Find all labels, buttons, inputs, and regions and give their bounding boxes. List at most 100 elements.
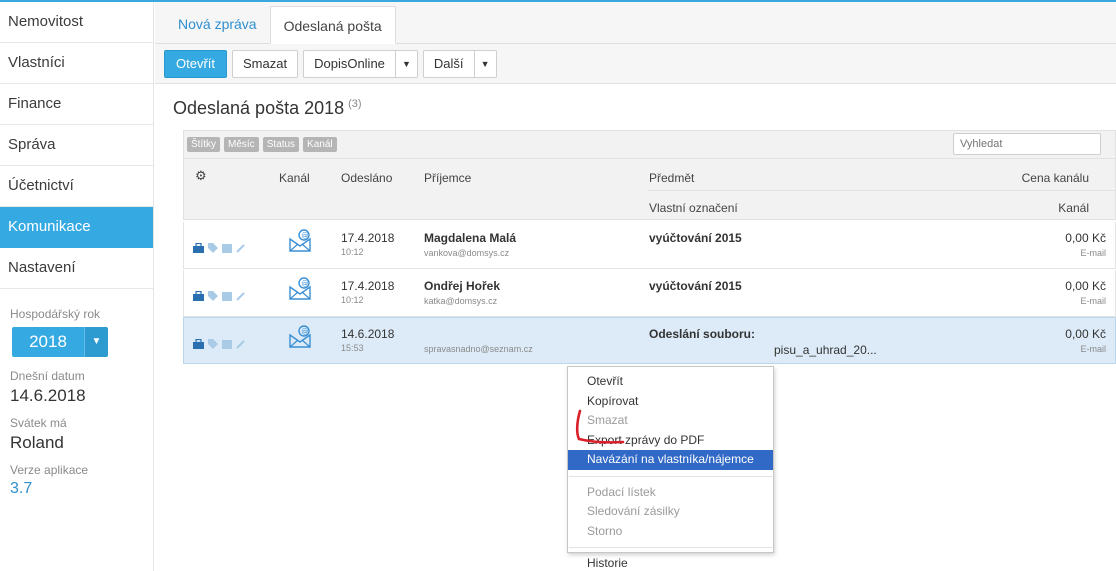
table-row[interactable]: @ 17.4.2018 10:12 Ondřej Hořek katka@dom… (183, 270, 1116, 317)
tag-icon[interactable] (208, 336, 218, 354)
email-channel-icon: @ (288, 277, 312, 304)
sidebar-item-nemovitost[interactable]: Nemovitost (0, 2, 153, 43)
menu-separator (569, 475, 772, 477)
calendar-icon[interactable] (222, 288, 232, 306)
fiscal-year-select[interactable]: 2018 ▼ (12, 327, 108, 357)
column-header-subject-sub[interactable]: Vlastní označení (649, 201, 738, 215)
column-header-subject[interactable]: Předmět (649, 171, 694, 185)
email-channel-icon: @ (288, 325, 312, 352)
row-action-icons (193, 240, 246, 258)
table-header: ⚙ Kanál Odesláno Příjemce Předmět Cena k… (183, 158, 1116, 220)
menu-separator (569, 547, 772, 548)
sent-time: 15:53 (341, 343, 364, 353)
recipient-email: katka@domsys.cz (424, 296, 498, 306)
gear-icon[interactable]: ⚙ (195, 168, 207, 184)
nameday-value: Roland (10, 433, 64, 452)
menu-item-open[interactable]: Otevřít (568, 372, 773, 392)
channel-name: E-mail (1080, 296, 1106, 306)
sidebar-item-sprava[interactable]: Správa (0, 125, 153, 166)
chevron-down-icon[interactable]: ▼ (395, 49, 418, 78)
annotation-mark (575, 409, 625, 444)
subject-sub-text: pisu_a_uhrad_20... (774, 343, 877, 357)
tag-icon[interactable] (208, 288, 218, 306)
today-label: Dnešní datum (10, 369, 85, 383)
toolbar: Otevřít Smazat DopisOnline ▼ Další ▼ (155, 44, 1116, 84)
tag-icon[interactable] (208, 240, 218, 258)
sidebar-item-ucetnictvi[interactable]: Účetnictví (0, 166, 153, 207)
svg-text:@: @ (301, 328, 308, 336)
dopis-online-button[interactable]: DopisOnline (303, 49, 396, 78)
menu-item-history[interactable]: Historie (568, 554, 773, 571)
calendar-icon[interactable] (222, 336, 232, 354)
table-row[interactable]: @ 17.4.2018 10:12 Magdalena Malá vankova… (183, 222, 1116, 269)
sidebar: Nemovitost Vlastníci Finance Správa Účet… (0, 2, 154, 571)
sidebar-info: Hospodářský rok 2018 ▼ Dnešní datum 14.6… (0, 289, 153, 498)
subject-text: vyúčtování 2015 (649, 231, 742, 245)
fiscal-year-value: 2018 (12, 327, 84, 357)
subject-text: vyúčtování 2015 (649, 279, 742, 293)
table-row-selected[interactable]: @ 14.6.2018 15:53 spravasnadno@seznam.cz… (183, 317, 1116, 364)
svg-text:@: @ (301, 232, 308, 240)
tab-nova-zprava[interactable]: Nová zpráva (165, 5, 270, 43)
briefcase-icon[interactable] (193, 336, 204, 354)
open-button[interactable]: Otevřít (164, 49, 228, 78)
version-value[interactable]: 3.7 (10, 480, 143, 498)
briefcase-icon[interactable] (193, 288, 204, 306)
tab-odeslana-posta[interactable]: Odeslaná pošta (269, 6, 396, 44)
column-header-recipient[interactable]: Příjemce (424, 171, 471, 185)
sent-time: 10:12 (341, 247, 364, 257)
filter-bar: Štítky Měsíc Status Kanál (183, 130, 1116, 158)
page-title: Odeslaná pošta 2018 (3) (155, 84, 1116, 130)
briefcase-icon[interactable] (193, 240, 204, 258)
pencil-icon[interactable] (236, 288, 246, 306)
sidebar-item-vlastnici[interactable]: Vlastníci (0, 43, 153, 84)
column-header-sent[interactable]: Odesláno (341, 171, 392, 185)
channel-price: 0,00 Kč (1065, 279, 1106, 293)
sent-date: 17.4.2018 (341, 231, 395, 245)
page-title-count: (3) (348, 98, 362, 110)
filter-chip-kanal[interactable]: Kanál (303, 137, 337, 152)
version-label: Verze aplikace (10, 463, 89, 477)
recipient-name: Ondřej Hořek (424, 279, 501, 293)
pencil-icon[interactable] (236, 240, 246, 258)
menu-item-cancel[interactable]: Storno (568, 522, 773, 542)
menu-item-tracking[interactable]: Sledování zásilky (568, 502, 773, 522)
sent-date: 17.4.2018 (341, 279, 395, 293)
row-action-icons (193, 288, 246, 306)
column-header-channel[interactable]: Kanál (279, 171, 310, 185)
recipient-email: vankova@domsys.cz (424, 248, 510, 258)
context-menu: Otevřít Kopírovat Smazat Export zprávy d… (567, 366, 774, 570)
row-action-icons (193, 336, 246, 354)
filter-chip-mesic[interactable]: Měsíc (224, 137, 259, 152)
delete-button[interactable]: Smazat (232, 49, 299, 78)
column-header-price[interactable]: Cena kanálu (1022, 171, 1089, 185)
svg-text:@: @ (301, 280, 308, 288)
sidebar-item-finance[interactable]: Finance (0, 84, 153, 125)
recipient-email: spravasnadno@seznam.cz (424, 344, 533, 354)
filter-chip-status[interactable]: Status (262, 137, 300, 152)
calendar-icon[interactable] (222, 240, 232, 258)
email-channel-icon: @ (288, 229, 312, 256)
column-header-price-sub[interactable]: Kanál (1058, 201, 1089, 215)
tab-bar: Nová zpráva Odeslaná pošta (155, 2, 1116, 44)
header-divider (648, 190, 1115, 191)
channel-price: 0,00 Kč (1065, 231, 1106, 245)
sent-date: 14.6.2018 (341, 327, 395, 341)
menu-item-link-owner[interactable]: Navázání na vlastníka/nájemce (568, 450, 773, 470)
search-input[interactable] (953, 133, 1101, 155)
recipient-name: Magdalena Malá (424, 231, 517, 245)
pencil-icon[interactable] (236, 336, 246, 354)
menu-item-receipt[interactable]: Podací lístek (568, 483, 773, 503)
sent-time: 10:12 (341, 295, 364, 305)
more-button[interactable]: Další (422, 49, 475, 78)
chevron-down-icon[interactable]: ▼ (474, 49, 497, 78)
filter-chip-stitky[interactable]: Štítky (187, 137, 221, 152)
subject-text: Odeslání souboru: (649, 327, 756, 341)
page-title-text: Odeslaná pošta 2018 (173, 98, 345, 118)
nameday-label: Svátek má (10, 416, 67, 430)
sidebar-item-nastaveni[interactable]: Nastavení (0, 248, 153, 289)
sidebar-item-komunikace[interactable]: Komunikace (0, 207, 153, 248)
chevron-down-icon[interactable]: ▼ (84, 327, 108, 357)
today-value: 14.6.2018 (10, 386, 86, 405)
more-group: Další ▼ (422, 49, 497, 78)
